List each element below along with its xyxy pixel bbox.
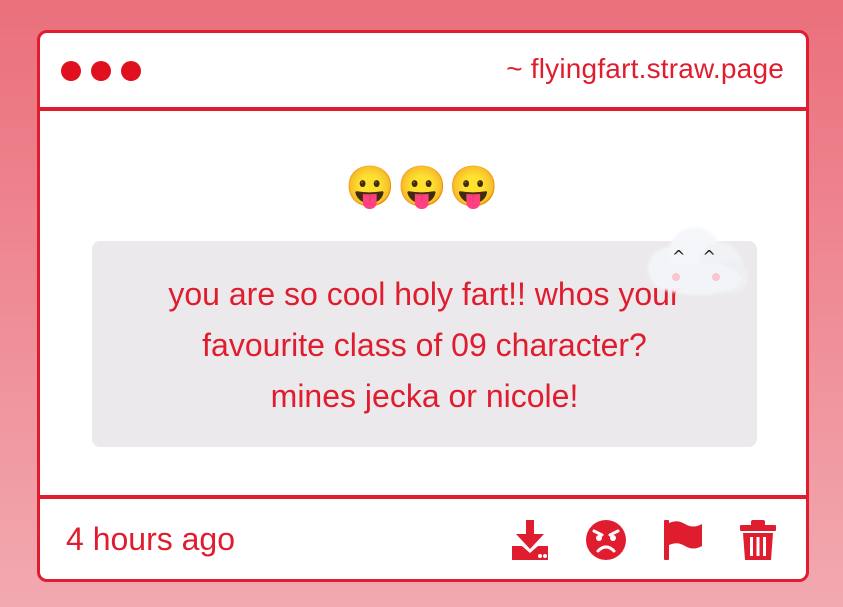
flag-icon[interactable] <box>660 518 704 562</box>
cloud-sticker: ^ ^ <box>640 221 750 301</box>
window-dots <box>61 61 141 81</box>
action-bar <box>508 518 780 562</box>
post-footer: 4 hours ago <box>40 495 806 579</box>
window-dot <box>121 61 141 81</box>
window-dot <box>91 61 111 81</box>
timestamp: 4 hours ago <box>66 521 236 557</box>
window-header: ~ flyingfart.straw.page <box>40 33 806 111</box>
emoji-row: 😛😛😛 <box>345 165 501 209</box>
message-line: favourite class of 09 character? <box>202 327 647 363</box>
download-icon[interactable] <box>508 518 552 562</box>
angry-face-icon[interactable] <box>584 518 628 562</box>
trash-icon[interactable] <box>736 518 780 562</box>
sticker-face: ^ ^ <box>672 247 722 266</box>
message-line: mines jecka or nicole! <box>270 378 579 414</box>
window-dot <box>61 61 81 81</box>
site-url[interactable]: ~ flyingfart.straw.page <box>506 53 784 85</box>
post-card: ~ flyingfart.straw.page 😛😛😛 you are so c… <box>37 30 809 582</box>
